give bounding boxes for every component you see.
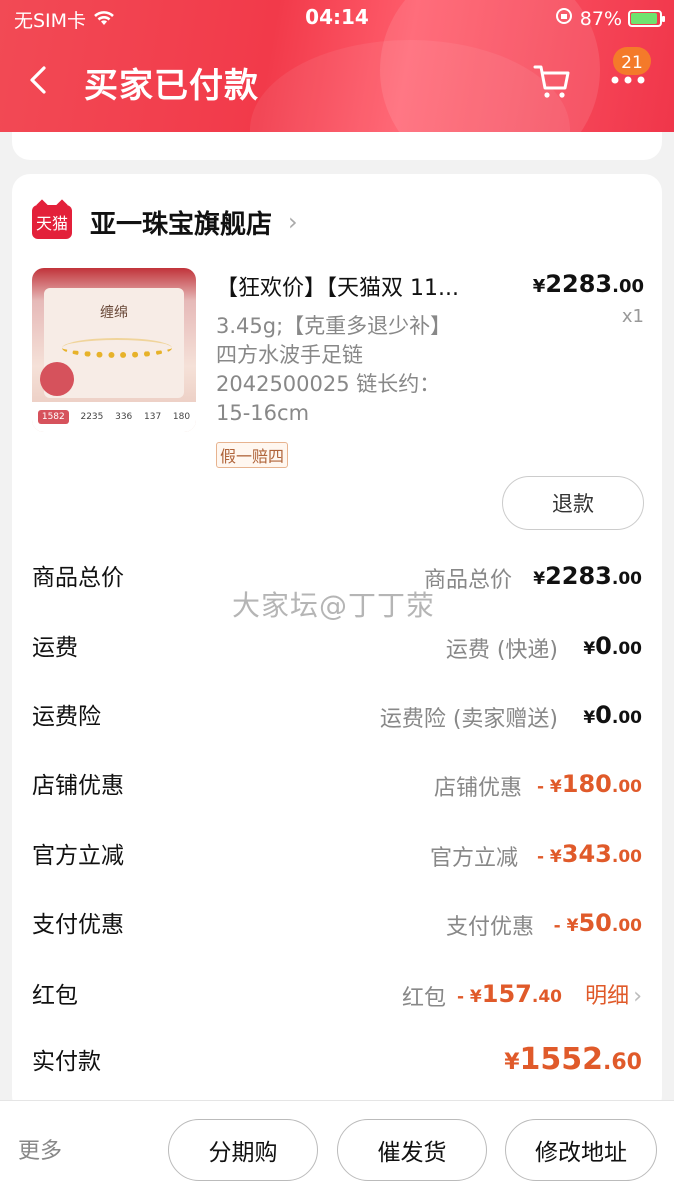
more-link[interactable]: 更多 bbox=[18, 1133, 62, 1165]
chevron-right-icon: › bbox=[288, 208, 298, 236]
battery-icon bbox=[628, 10, 665, 27]
summary-row-shipping: 运费 运费 (快递) ¥0.00 bbox=[32, 632, 642, 663]
product-spec: 3.45g;【克重多退少补】 四方水波手足链 2042500025 链长约： 1… bbox=[216, 314, 452, 425]
product-image[interactable]: 缠绵 1582 2235 336 137 180 bbox=[32, 268, 196, 432]
product-title[interactable]: 【狂欢价】【天猫双 11... bbox=[216, 270, 459, 302]
summary-row-payment-discount: 支付优惠 支付优惠 - ¥50.00 bbox=[32, 909, 642, 940]
urge-shipping-button[interactable]: 催发货 bbox=[337, 1119, 487, 1181]
watermark: 大家坛@丁丁荥 bbox=[232, 589, 436, 622]
order-card: 天猫 亚一珠宝旗舰店 › 缠绵 1582 2235 336 137 180 【狂… bbox=[12, 174, 662, 1114]
cart-icon bbox=[533, 65, 570, 98]
battery-percent: 87% bbox=[579, 7, 622, 30]
bottom-action-bar: 更多 分期购 催发货 修改地址 bbox=[0, 1100, 674, 1200]
product-image-brand: 缠绵 bbox=[100, 305, 128, 321]
tmall-logo: 天猫 bbox=[32, 205, 72, 239]
back-icon bbox=[30, 66, 46, 94]
shop-name: 亚一珠宝旗舰店 bbox=[90, 209, 273, 240]
summary-row-shipping-insurance: 运费险 运费险 (卖家赠送) ¥0.00 bbox=[32, 701, 642, 732]
chevron-right-icon: › bbox=[633, 984, 642, 1009]
product-price: ¥2283.00 bbox=[532, 270, 644, 298]
status-bar: 无SIM卡 04:14 87% bbox=[0, 0, 674, 34]
summary-row-red-packet: 红包 红包 - ¥157.40 明细 › bbox=[32, 978, 642, 1011]
summary-row-official-discount: 官方立减 官方立减 - ¥343.00 bbox=[32, 840, 642, 871]
change-address-button[interactable]: 修改地址 bbox=[505, 1119, 657, 1181]
installment-button[interactable]: 分期购 bbox=[168, 1119, 318, 1181]
page-title: 买家已付款 bbox=[84, 66, 259, 106]
refund-button[interactable]: 退款 bbox=[502, 476, 644, 530]
cart-button[interactable] bbox=[530, 58, 574, 102]
orientation-lock-icon bbox=[554, 6, 574, 31]
product-image-band: 1582 2235 336 137 180 bbox=[32, 402, 196, 432]
summary-row-shop-discount: 店铺优惠 店铺优惠 - ¥180.00 bbox=[32, 770, 642, 801]
red-packet-detail-link[interactable]: 明细 › bbox=[585, 978, 642, 1010]
product-quantity: x1 bbox=[621, 306, 644, 327]
message-count-badge: 21 bbox=[613, 47, 651, 75]
guarantee-tag: 假一赔四 bbox=[216, 442, 289, 468]
back-button[interactable] bbox=[24, 60, 56, 100]
shop-row[interactable]: 天猫 亚一珠宝旗舰店 › bbox=[32, 202, 298, 242]
bracelet-graphic bbox=[62, 338, 172, 358]
navbar: 买家已付款 bbox=[0, 40, 674, 120]
header: 无SIM卡 04:14 87% 买家已付款 bbox=[0, 0, 674, 132]
summary-row-total-paid: 实付款 ¥1552.60 bbox=[32, 1042, 642, 1077]
previous-card bbox=[12, 132, 662, 160]
